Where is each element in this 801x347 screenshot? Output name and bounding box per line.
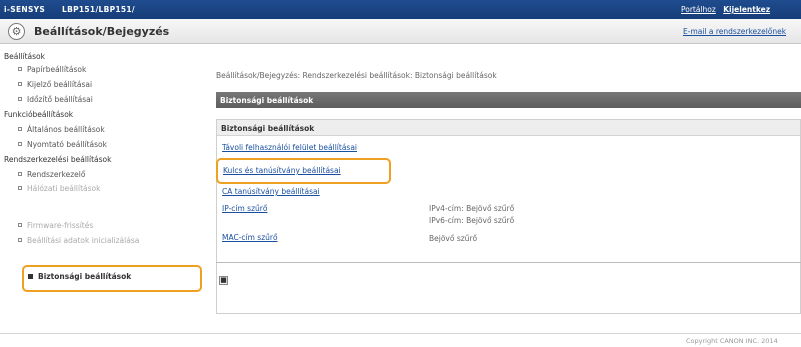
logout-link[interactable]: Kijelentkez — [723, 5, 770, 14]
sidebar-item-firmware[interactable]: Firmware-frissítés — [18, 221, 93, 230]
remote-ui-settings-link[interactable]: Távoli felhasználói felület beállításai — [222, 143, 357, 152]
sidebar-item-security-highlight[interactable]: Biztonsági beállítások — [22, 265, 202, 292]
keys-certificates-highlight[interactable]: Kulcs és tanúsítvány beállításai — [216, 158, 391, 184]
bullet-icon — [18, 186, 22, 190]
ipv6-filter-value: IPv6-cím: Bejövő szűrő — [429, 216, 515, 225]
bullet-icon — [18, 127, 22, 131]
email-admin-link[interactable]: E-mail a rendszerkezelőnek — [683, 27, 786, 36]
top-links: Portálhoz Kijelentkez — [681, 5, 770, 14]
bullet-icon — [18, 238, 22, 242]
section-title-bar: Biztonsági beállítások — [216, 92, 801, 108]
sidebar-item-timer[interactable]: Időzítő beállításai — [18, 95, 93, 104]
ca-certificate-link[interactable]: CA tanúsítvány beállításai — [222, 187, 320, 196]
portal-link[interactable]: Portálhoz — [681, 5, 716, 14]
bullet-icon — [18, 142, 22, 146]
sidebar-item-network[interactable]: Hálózati beállítások — [18, 184, 100, 193]
top-bar: i-SENSYS LBP151/LBP151/ Portálhoz Kijele… — [0, 0, 801, 19]
model-name: LBP151/LBP151/ — [62, 5, 135, 14]
sidebar-item-security[interactable]: Biztonsági beállítások — [28, 272, 131, 281]
copyright: Copyright CANON INC. 2014 — [686, 337, 778, 345]
keys-certificates-link[interactable]: Kulcs és tanúsítvány beállításai — [223, 166, 341, 175]
bullet-icon — [18, 82, 22, 86]
mac-filter-value: Bejövő szűrő — [429, 234, 478, 243]
sidebar-item-init[interactable]: Beállítási adatok inicializálása — [18, 236, 139, 245]
sidebar-item-printer[interactable]: Nyomtató beállítások — [18, 140, 107, 149]
page-title: Beállítások/Bejegyzés — [34, 25, 170, 38]
selected-bullet-icon — [28, 274, 33, 279]
security-panel: Biztonsági beállítások Távoli felhasznál… — [216, 119, 801, 314]
content-divider — [216, 262, 801, 263]
expand-icon[interactable]: ■ — [219, 276, 228, 285]
brand-logo: i-SENSYS — [4, 5, 46, 14]
bullet-icon — [18, 223, 22, 227]
sidebar-item-admin[interactable]: Rendszerkezelő — [18, 170, 85, 179]
panel-title: Biztonsági beállítások — [217, 120, 800, 136]
sidebar-item-paper[interactable]: Papírbeállítások — [18, 65, 86, 74]
bullet-icon — [18, 97, 22, 101]
bullet-icon — [18, 172, 22, 176]
page-header: ⚙ Beállítások/Bejegyzés E-mail a rendsze… — [0, 19, 801, 44]
sidebar-section-system: Rendszerkezelési beállítások — [4, 155, 112, 164]
ipv4-filter-value: IPv4-cím: Bejövő szűrő — [429, 204, 515, 213]
sidebar-section-settings: Beállítások — [4, 52, 45, 61]
sidebar-section-function: Funkcióbeállítások — [4, 110, 74, 119]
bullet-icon — [18, 67, 22, 71]
settings-icon: ⚙ — [8, 23, 25, 40]
ip-filter-link[interactable]: IP-cím szűrő — [222, 204, 267, 213]
mac-filter-link[interactable]: MAC-cím szűrő — [222, 233, 278, 242]
sidebar-item-display[interactable]: Kijelző beállításai — [18, 80, 92, 89]
breadcrumb: Beállítások/Bejegyzés: Rendszerkezelési … — [216, 71, 497, 80]
footer: Copyright CANON INC. 2014 — [0, 333, 801, 347]
sidebar-item-general[interactable]: Általános beállítások — [18, 125, 105, 134]
main-content: Beállítások/Bejegyzés: Rendszerkezelési … — [212, 44, 801, 333]
